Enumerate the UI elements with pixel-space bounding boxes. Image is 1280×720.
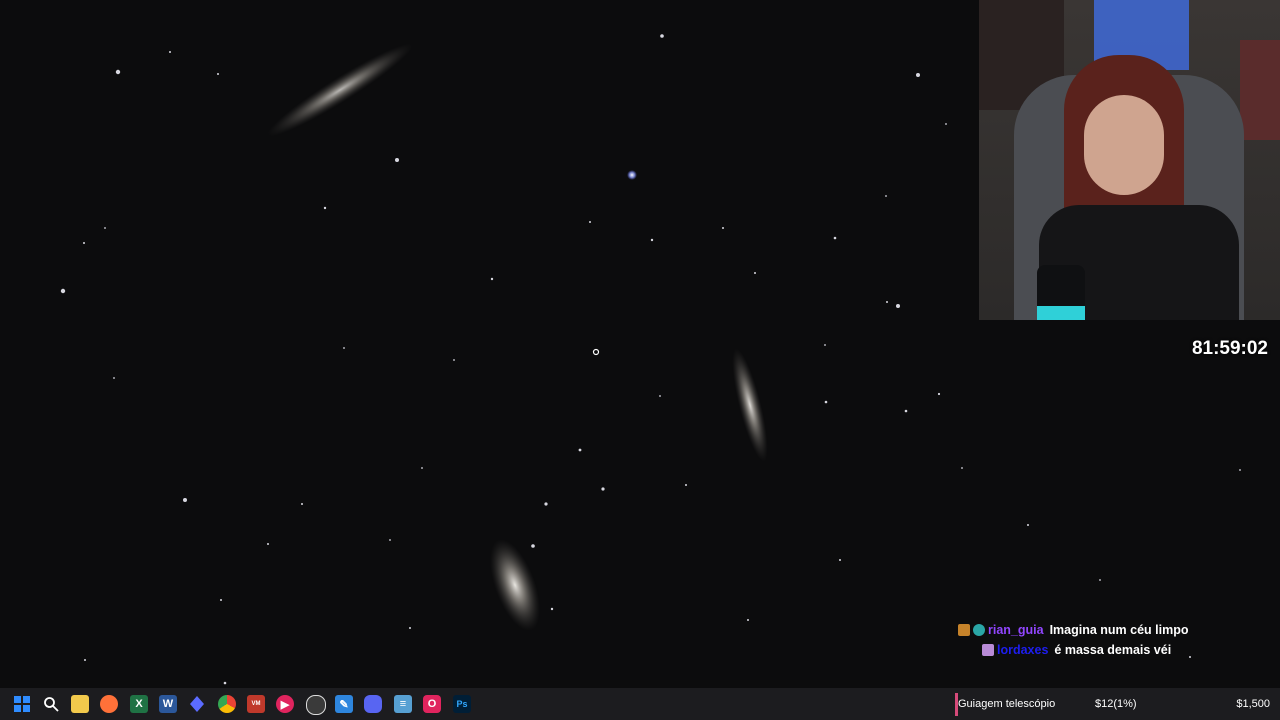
goal-raised: $12(1%) [1095, 698, 1137, 710]
chat-username: lordaxes [997, 643, 1049, 657]
diamond-app-icon[interactable] [188, 695, 206, 713]
reindeer-icon [958, 624, 970, 636]
webcam-feed [979, 0, 1280, 320]
discord-icon[interactable] [364, 695, 382, 713]
media-player-icon[interactable]: ▶ [276, 695, 294, 713]
chat-text: Imagina num céu limpo [1049, 623, 1189, 637]
pen-app-icon[interactable]: ✎ [335, 695, 353, 713]
file-explorer-icon[interactable] [71, 695, 89, 713]
obs-icon[interactable] [306, 695, 326, 715]
notepad-icon[interactable]: ≡ [394, 695, 412, 713]
search-icon[interactable] [42, 695, 60, 713]
excel-icon[interactable]: X [130, 695, 148, 713]
stream-timer: 81:59:02 [1191, 338, 1268, 359]
wall-poster [1240, 40, 1280, 140]
donation-goal-bar: Guiagem telescópio $12(1%) $1,500 [955, 693, 1280, 716]
opera-icon[interactable]: O [423, 695, 441, 713]
chat-message: rian_guia Imagina num céu limpo [958, 620, 1278, 640]
microphone [1037, 265, 1085, 320]
photoshop-icon[interactable]: Ps [453, 695, 471, 713]
globe-badge-icon [973, 624, 985, 636]
goal-target: $1,500 [1236, 698, 1270, 710]
gift-badge-icon [982, 644, 994, 656]
goal-label: Guiagem telescópio [958, 698, 1056, 710]
chat-username: rian_guia [988, 623, 1044, 637]
word-icon[interactable]: W [159, 695, 177, 713]
voicemeeter-icon[interactable]: VM [247, 695, 265, 713]
streamer-face [1084, 95, 1164, 195]
chat-overlay: rian_guia Imagina num céu limpo lordaxes… [958, 620, 1278, 660]
chrome-icon[interactable] [218, 695, 236, 713]
firefox-icon[interactable] [100, 695, 118, 713]
chat-message: lordaxes é massa demais véi [958, 640, 1278, 660]
chat-text: é massa demais véi [1054, 643, 1172, 657]
windows-start-icon[interactable] [13, 695, 31, 713]
